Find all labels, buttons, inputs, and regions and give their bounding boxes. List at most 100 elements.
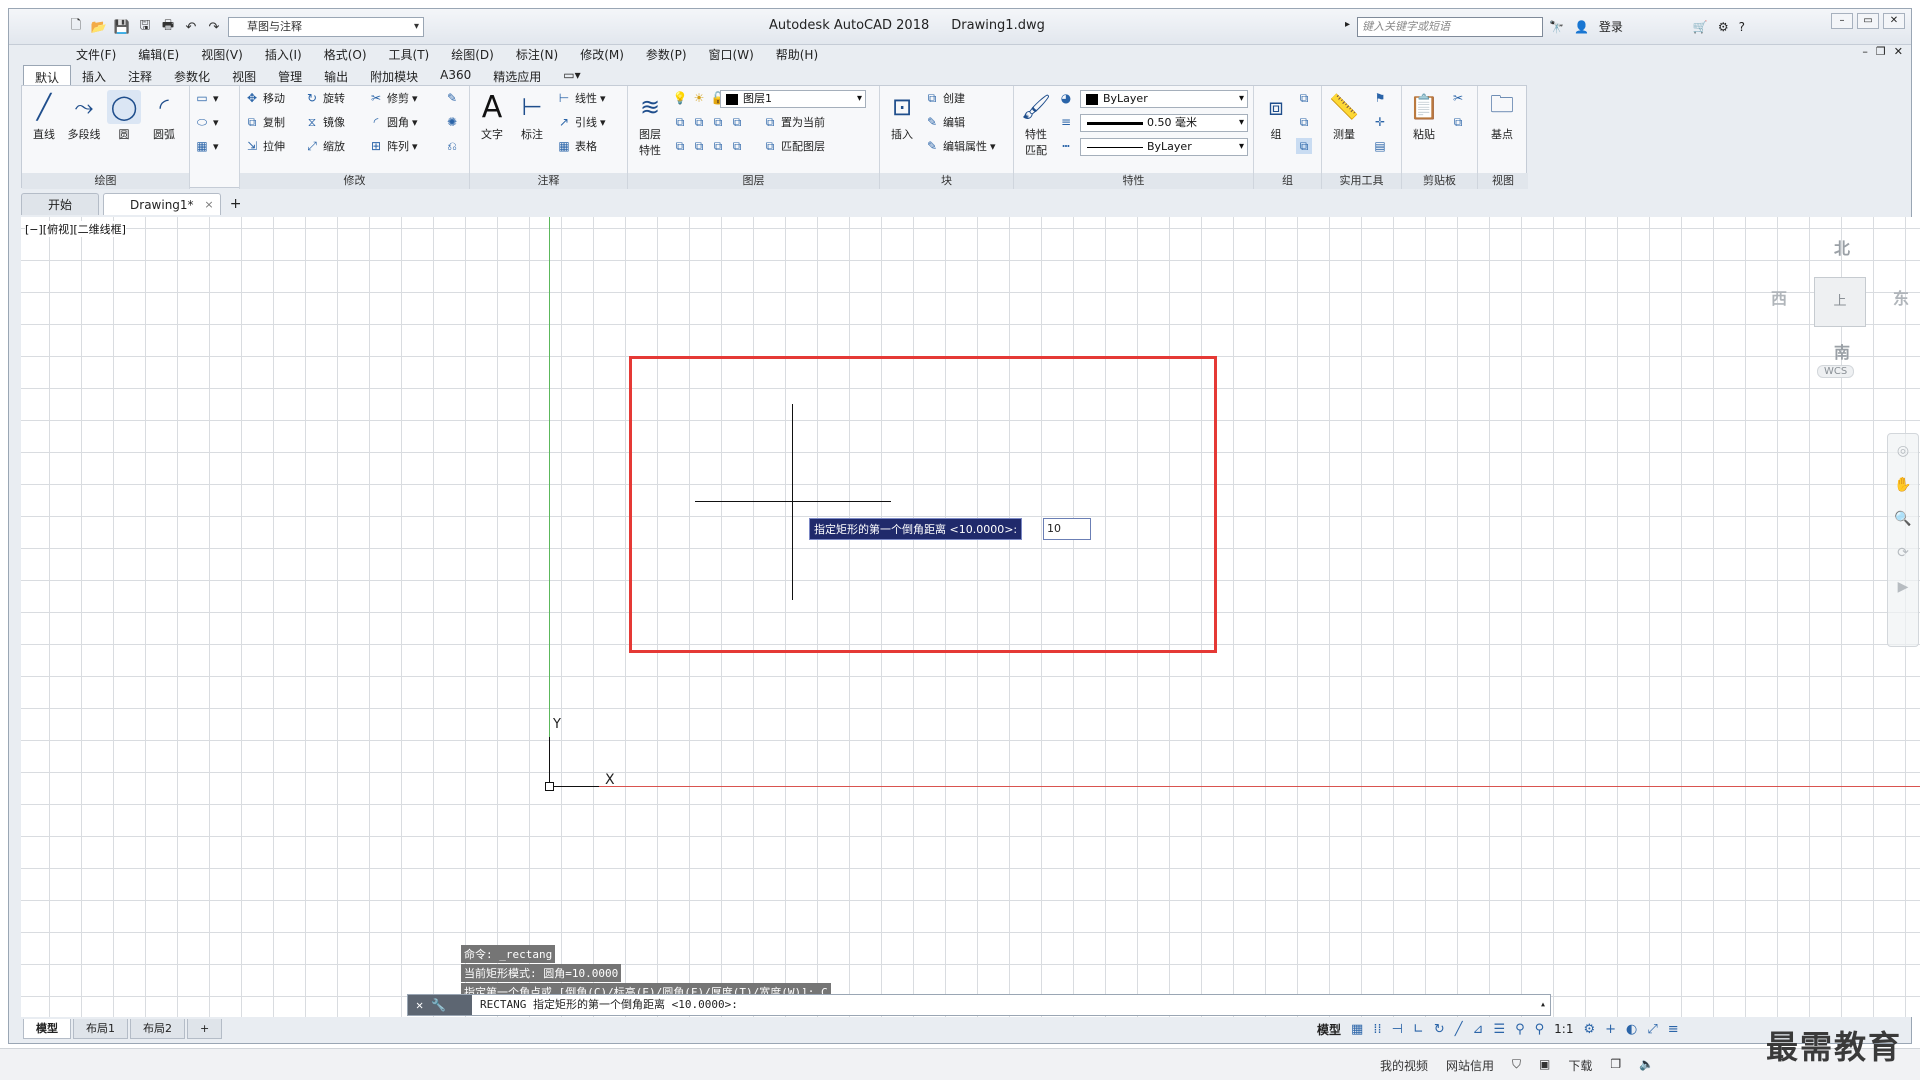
command-input[interactable]: RECTANG 指定矩形的第一个倒角距离 <10.0000>:: [480, 995, 738, 1015]
dynamic-input-field[interactable]: 10: [1043, 518, 1091, 540]
layer-tools-row2[interactable]: ⧉ ⧉ ⧉ ⧉: [672, 138, 745, 154]
menu-window[interactable]: 窗口(W): [698, 43, 765, 63]
fillet-button[interactable]: ◜ 圆角 ▾: [368, 114, 418, 130]
doc-restore-icon[interactable]: ❐: [1876, 45, 1886, 58]
dimension-button[interactable]: ⊢ 标注: [512, 88, 552, 142]
arc-button[interactable]: ◜ 圆弧: [144, 88, 184, 142]
workspace-dropdown[interactable]: 草图与注释: [228, 17, 424, 37]
layer-tools-row1[interactable]: ⧉ ⧉ ⧉ ⧉: [672, 114, 745, 130]
tab-layout1[interactable]: 布局1: [73, 1019, 128, 1039]
group-select-icon[interactable]: ⧉: [1296, 138, 1312, 154]
clipboard-panel-title[interactable]: 剪贴板: [1402, 173, 1477, 189]
polar-icon[interactable]: ↻: [1434, 1022, 1445, 1037]
annotation-panel-title[interactable]: 注释: [470, 173, 627, 189]
viewcube-east[interactable]: 东: [1893, 285, 1909, 309]
layer-dropdown[interactable]: 图层1: [720, 90, 866, 108]
tab-annotate[interactable]: 注释: [117, 65, 163, 85]
pan-icon[interactable]: ✋: [1888, 468, 1918, 502]
groups-panel-title[interactable]: 组: [1254, 173, 1321, 189]
menu-modify[interactable]: 修改(M): [569, 43, 635, 63]
redo-icon[interactable]: ↷: [205, 18, 223, 36]
menu-draw[interactable]: 绘图(D): [440, 43, 505, 63]
cart-icon[interactable]: 🛒: [1693, 20, 1708, 34]
drawing-canvas[interactable]: [−][俯视][二维线框] 指定矩形的第一个倒角距离 <10.0000>: 10…: [21, 217, 1920, 1017]
customize-command-icon[interactable]: 🔧: [431, 995, 446, 1015]
doc-close-icon[interactable]: ✕: [1894, 45, 1903, 58]
my-video-link[interactable]: 我的视频: [1380, 1057, 1428, 1074]
menu-dimension[interactable]: 标注(N): [505, 43, 569, 63]
ungroup-icon[interactable]: ⧉: [1296, 90, 1312, 106]
scale-button[interactable]: ⤢ 缩放: [304, 138, 345, 154]
view-panel-title[interactable]: 视图: [1478, 173, 1528, 189]
match-layer-button[interactable]: ⧉ 匹配图层: [762, 138, 825, 154]
menu-file[interactable]: 文件(F): [65, 43, 127, 63]
steering-wheel-icon[interactable]: ◎: [1888, 434, 1918, 468]
calculator-icon[interactable]: ▤: [1372, 138, 1388, 154]
menu-help[interactable]: 帮助(H): [765, 43, 829, 63]
set-current-button[interactable]: ⧉ 置为当前: [762, 114, 825, 130]
tab-manage[interactable]: 管理: [267, 65, 313, 85]
close-command-icon[interactable]: ✕: [416, 995, 423, 1015]
print-icon[interactable]: 🖶: [159, 18, 177, 36]
window-icon[interactable]: ❐: [1610, 1057, 1621, 1074]
close-tab-icon[interactable]: ×: [204, 194, 213, 216]
edit-block-button[interactable]: ✎ 编辑: [924, 114, 965, 130]
ellipse-icon[interactable]: ⬭ ▾: [194, 114, 219, 130]
volume-icon[interactable]: 🔈: [1639, 1057, 1654, 1074]
base-view-button[interactable]: 🗀 基点: [1482, 88, 1522, 142]
user-icon[interactable]: 👤: [1574, 20, 1589, 34]
viewport-controls[interactable]: [−][俯视][二维线框]: [25, 221, 126, 237]
tab-default[interactable]: 默认: [23, 65, 72, 85]
command-line[interactable]: ✕ 🔧 RECTANG 指定矩形的第一个倒角距离 <10.0000>: ▴: [407, 994, 1551, 1016]
menu-insert[interactable]: 插入(I): [254, 43, 313, 63]
polyline-button[interactable]: ⤳ 多段线: [64, 88, 104, 142]
circle-button[interactable]: ◯ 圆: [104, 88, 144, 142]
viewcube-west[interactable]: 西: [1771, 285, 1787, 309]
help-icon[interactable]: ?: [1739, 20, 1745, 34]
tab-drawing1[interactable]: Drawing1* ×: [103, 193, 221, 215]
erase-icon[interactable]: ✎: [444, 90, 460, 106]
zoom-icon[interactable]: 🔍: [1888, 502, 1918, 536]
paste-button[interactable]: 📋 粘贴: [1404, 88, 1444, 142]
tab-output[interactable]: 输出: [313, 65, 359, 85]
plus-icon[interactable]: +: [1605, 1022, 1616, 1037]
login-button[interactable]: 登录: [1599, 18, 1623, 35]
ribbon-toggle-icon[interactable]: ▭▾: [552, 65, 591, 85]
orbit-icon[interactable]: ⟳: [1888, 536, 1918, 570]
trim-button[interactable]: ✂ 修剪 ▾: [368, 90, 418, 106]
create-block-button[interactable]: ⧉ 创建: [924, 90, 965, 106]
tab-addins[interactable]: 附加模块: [359, 65, 429, 85]
modify-panel-title[interactable]: 修改: [240, 173, 469, 189]
measure-button[interactable]: 📏 测量: [1324, 88, 1364, 142]
layer-state-icons[interactable]: 💡 ☀ 🔓: [672, 90, 726, 106]
line-button[interactable]: ╱ 直线: [24, 88, 64, 142]
osnap-icon[interactable]: ⊿: [1473, 1022, 1484, 1037]
insert-block-button[interactable]: ⊡ 插入: [882, 88, 922, 142]
add-tab-icon[interactable]: +: [225, 193, 247, 215]
properties-panel-title[interactable]: 特性: [1014, 173, 1253, 189]
layer-properties-button[interactable]: ≋ 图层 特性: [630, 88, 670, 158]
rectangle-icon[interactable]: ▭ ▾: [194, 90, 218, 106]
minimize-button[interactable]: –: [1831, 13, 1853, 29]
linetype-icon[interactable]: ┅: [1058, 138, 1074, 154]
array-button[interactable]: ⊞ 阵列 ▾: [368, 138, 418, 154]
doc-minimize-icon[interactable]: –: [1862, 45, 1868, 58]
linetype-dropdown[interactable]: ByLayer: [1080, 138, 1248, 156]
isolate-icon[interactable]: ◐: [1626, 1022, 1637, 1037]
wcs-menu[interactable]: WCS: [1817, 365, 1855, 378]
color-wheel-icon[interactable]: ◕: [1058, 90, 1074, 106]
linear-button[interactable]: ⊢ 线性 ▾: [556, 90, 606, 106]
tab-layout2[interactable]: 布局2: [130, 1019, 185, 1039]
color-dropdown[interactable]: ByLayer: [1080, 90, 1248, 108]
save-as-icon[interactable]: 🖫: [136, 18, 154, 36]
group-button[interactable]: ⧈ 组: [1256, 88, 1296, 142]
snap-icon[interactable]: ⁞⁞: [1373, 1022, 1381, 1037]
utilities-panel-title[interactable]: 实用工具: [1322, 173, 1401, 189]
viewcube-top[interactable]: 上: [1814, 277, 1866, 327]
maximize-button[interactable]: ▭: [1857, 13, 1879, 29]
group-edit-icon[interactable]: ⧉: [1296, 114, 1312, 130]
copy-button[interactable]: ⧉ 复制: [244, 114, 285, 130]
menu-view[interactable]: 视图(V): [190, 43, 254, 63]
download-link[interactable]: 下载: [1568, 1057, 1592, 1074]
text-button[interactable]: A 文字: [472, 88, 512, 142]
